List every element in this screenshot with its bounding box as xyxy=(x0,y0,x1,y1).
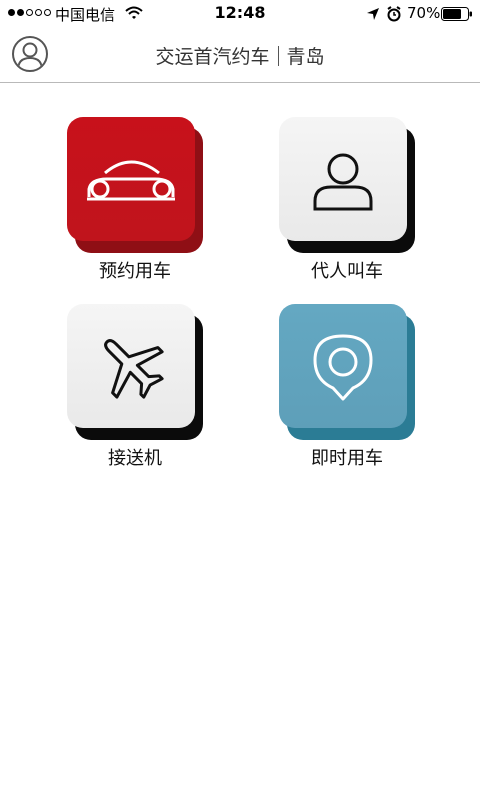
instant-car-label: 即时用车 xyxy=(311,448,383,469)
airplane-icon xyxy=(104,339,164,399)
reserve-car-label: 预约用车 xyxy=(99,261,171,282)
battery-icon xyxy=(441,7,472,21)
person-icon xyxy=(313,153,373,211)
airport-transfer-label: 接送机 xyxy=(108,448,162,469)
call-for-others-label: 代人叫车 xyxy=(311,261,383,282)
app-name: 交运首汽约车 xyxy=(155,46,270,68)
app-screen: 中国电信 12:48 70% 交运首汽约车 青岛 预约用车 代人叫车 接送机 即… xyxy=(0,0,480,800)
page-title: 交运首汽约车 青岛 xyxy=(0,42,480,69)
car-icon xyxy=(87,160,175,201)
call-for-others-button[interactable]: 代人叫车 xyxy=(279,117,419,282)
airport-transfer-button[interactable]: 接送机 xyxy=(67,304,207,469)
alarm-icon xyxy=(387,6,401,22)
location-pin-icon xyxy=(313,334,373,401)
location-icon xyxy=(367,8,379,20)
nav-bar: 交运首汽约车 青岛 xyxy=(0,28,480,83)
reserve-car-button[interactable]: 预约用车 xyxy=(67,117,207,282)
status-bar: 中国电信 12:48 70% xyxy=(0,0,480,28)
instant-car-button[interactable]: 即时用车 xyxy=(279,304,419,469)
battery-percent: 70% xyxy=(407,4,441,22)
title-divider xyxy=(277,46,279,66)
city-selector[interactable]: 青岛 xyxy=(287,46,325,68)
